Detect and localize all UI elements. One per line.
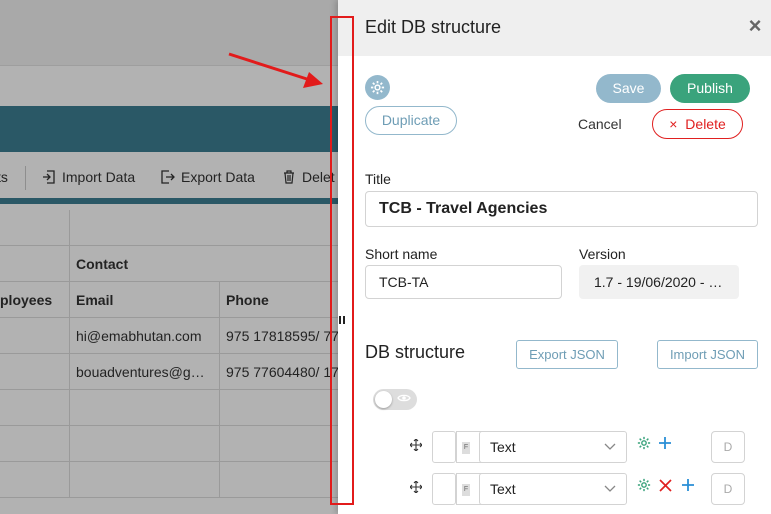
drawer-header: Edit DB structure ×	[338, 0, 771, 56]
highlight-rectangle	[330, 16, 354, 505]
field-tag: F	[462, 484, 470, 496]
version-select[interactable]: 1.7 - 19/06/2020 - …	[579, 265, 739, 299]
settings-gear-icon[interactable]	[637, 478, 651, 498]
d-button[interactable]: D	[711, 431, 745, 463]
chevron-down-icon	[604, 482, 616, 496]
title-label: Title	[365, 171, 391, 187]
field-type-value: Text	[490, 439, 516, 455]
field-type-select[interactable]: Text	[479, 431, 627, 463]
export-json-button[interactable]: Export JSON	[516, 340, 618, 369]
d-button[interactable]: D	[711, 473, 745, 505]
drawer-title: Edit DB structure	[365, 17, 502, 37]
toggle-knob	[375, 391, 392, 408]
db-structure-heading: DB structure	[365, 342, 466, 362]
duplicate-button[interactable]: Duplicate	[365, 106, 457, 135]
field-checkbox[interactable]	[432, 473, 456, 505]
field-type-value: Text	[490, 481, 516, 497]
field-checkbox[interactable]	[432, 431, 456, 463]
move-icon[interactable]	[409, 438, 423, 454]
field-type-select[interactable]: Text	[479, 473, 627, 505]
field-tag: F	[462, 442, 470, 454]
edit-db-structure-drawer: Edit DB structure × Save Publish Duplica…	[338, 0, 771, 514]
delete-button-label: Delete	[685, 116, 726, 132]
structure-row: F Text D	[338, 431, 771, 463]
add-icon[interactable]	[681, 478, 695, 498]
settings-gear-icon[interactable]	[637, 436, 651, 456]
publish-button[interactable]: Publish	[670, 74, 750, 103]
title-input[interactable]: TCB - Travel Agencies	[365, 191, 758, 227]
cancel-button[interactable]: Cancel	[578, 116, 622, 132]
save-button[interactable]: Save	[596, 74, 661, 103]
modal-backdrop[interactable]	[0, 0, 338, 514]
eye-icon	[397, 392, 411, 407]
short-name-input[interactable]: TCB-TA	[365, 265, 562, 299]
move-icon[interactable]	[409, 480, 423, 496]
remove-icon[interactable]	[659, 478, 672, 498]
close-icon: ×	[669, 116, 678, 132]
delete-button[interactable]: × Delete	[652, 109, 743, 139]
structure-row: F Text D	[338, 473, 771, 505]
add-icon[interactable]	[658, 436, 672, 456]
import-json-button[interactable]: Import JSON	[657, 340, 758, 369]
chevron-down-icon	[604, 440, 616, 454]
close-icon[interactable]: ×	[745, 14, 765, 38]
version-label: Version	[579, 246, 626, 262]
visibility-toggle[interactable]	[373, 389, 417, 410]
short-name-label: Short name	[365, 246, 438, 262]
settings-gear-icon[interactable]	[365, 75, 390, 100]
